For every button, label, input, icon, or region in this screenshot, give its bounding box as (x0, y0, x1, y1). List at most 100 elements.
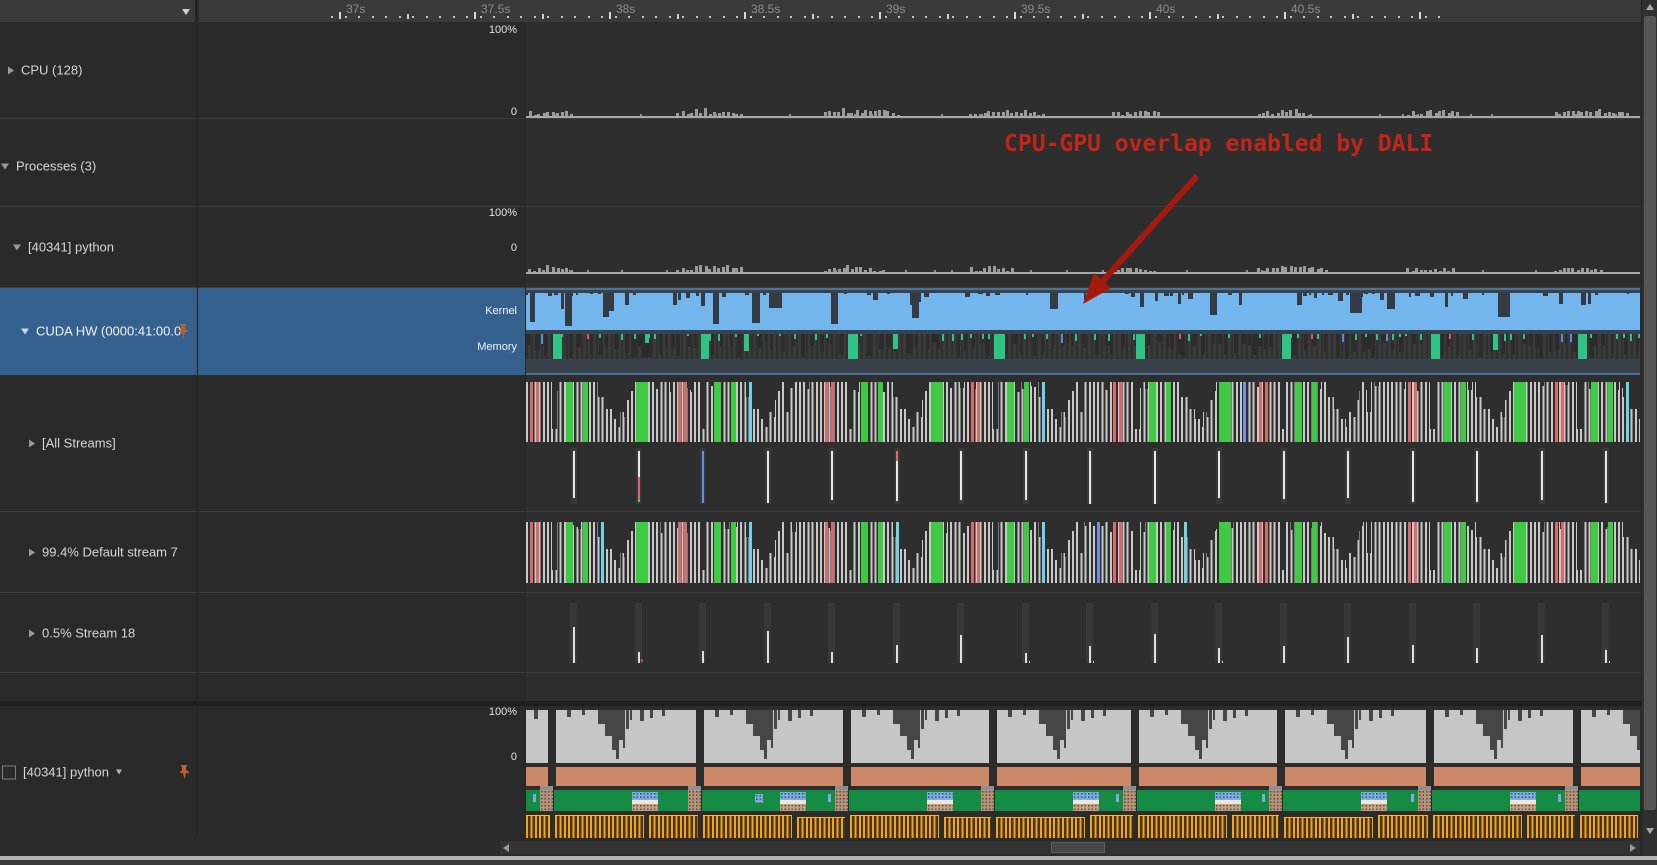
pattern-bar (1290, 270, 1292, 272)
pattern-bar (735, 114, 738, 116)
all-streams-sparse[interactable] (526, 442, 1640, 511)
density-dip (1234, 522, 1236, 532)
row-header-cuda-hw[interactable]: CUDA HW (0000:41:00.0 Kernel Memory (0, 288, 526, 375)
ruler-minor-tick (412, 16, 414, 18)
collapse-icon[interactable] (1, 163, 9, 169)
memory-dark (1264, 334, 1269, 349)
memory-band[interactable] (526, 334, 1640, 359)
all-streams-chart[interactable] (526, 375, 1640, 511)
pin-icon[interactable] (177, 324, 190, 343)
density-dip (1402, 382, 1405, 389)
row-header-default-stream[interactable]: 99.4% Default stream 7 (0, 512, 526, 592)
thread-state-segment (1434, 767, 1573, 786)
pattern-bar (1042, 114, 1045, 116)
chevron-down-icon[interactable] (116, 770, 122, 775)
kernel-gap (873, 293, 878, 300)
cuda-hw-chart[interactable] (526, 288, 1640, 375)
ruler-minor-tick (1263, 16, 1265, 18)
density-dip (1481, 522, 1484, 526)
memory-transfer (893, 334, 898, 349)
cpu-usage-dip (1245, 710, 1248, 716)
default-stream-chart[interactable] (526, 512, 1640, 592)
row-label: Processes (3) (16, 159, 96, 174)
kernel-gap (1188, 293, 1193, 299)
sparse-bar (1412, 645, 1414, 663)
kernel-gap (1164, 293, 1169, 296)
cpu-utilization-chart[interactable] (526, 22, 1640, 118)
ruler-minor-tick (844, 16, 846, 18)
memory-dark (1539, 334, 1543, 358)
kernel-green (1591, 382, 1598, 442)
kernel-red (1119, 522, 1122, 583)
kernel-green (1007, 522, 1014, 583)
pattern-bar (740, 114, 743, 116)
horizontal-scrollbar-thumb[interactable] (1051, 842, 1105, 853)
memory-dark (1052, 334, 1055, 345)
vertical-scrollbar-thumb[interactable] (1644, 16, 1656, 810)
default-stream-density[interactable] (526, 522, 1640, 583)
pattern-bar (1153, 271, 1156, 272)
chevron-down-icon[interactable] (182, 9, 190, 15)
scroll-up-icon[interactable] (1646, 4, 1654, 10)
scroll-down-icon[interactable] (1646, 828, 1654, 834)
sparse-bar (1283, 451, 1285, 499)
tree-column-divider[interactable] (197, 22, 198, 838)
scale-column-divider[interactable] (525, 22, 526, 838)
memory-transfer (1094, 334, 1096, 340)
row-header-all-streams[interactable]: [All Streams] (0, 375, 526, 511)
ruler-label: 39s (886, 2, 905, 16)
pattern-bar (1135, 268, 1138, 272)
sparse-dot (1609, 661, 1610, 663)
expand-icon[interactable] (29, 548, 35, 556)
collapse-icon[interactable] (13, 244, 21, 250)
memory-red (1311, 334, 1313, 339)
tree-header-cell[interactable] (0, 0, 197, 22)
python-utilization-chart[interactable] (526, 207, 1640, 287)
pin-icon[interactable] (178, 765, 191, 784)
kernel-gap (1498, 293, 1510, 317)
row-header-python[interactable]: [40341] python 100% 0 (0, 207, 526, 287)
memory-dark (801, 334, 805, 357)
api-call-segment (1527, 815, 1575, 838)
density-dip (1109, 522, 1112, 532)
pattern-bar (528, 269, 531, 272)
ruler-minor-tick (615, 16, 617, 18)
expand-icon[interactable] (8, 66, 14, 74)
all-streams-kernel-density[interactable] (526, 382, 1640, 442)
density-dip (950, 382, 953, 388)
row-checkbox[interactable] (2, 765, 16, 779)
scroll-left-icon[interactable] (503, 844, 509, 852)
kernel-red (1265, 522, 1268, 583)
pattern-bar (557, 268, 560, 272)
collapse-icon[interactable] (21, 328, 29, 334)
vertical-scrollbar[interactable] (1641, 0, 1657, 856)
kernel-band[interactable] (526, 293, 1640, 330)
ruler-minor-tick (939, 16, 941, 18)
horizontal-scrollbar[interactable] (500, 841, 1640, 854)
annotation-text: CPU-GPU overlap enabled by DALI (1004, 131, 1433, 157)
row-header-processes[interactable]: Processes (3) (0, 119, 526, 206)
cpu-usage-dip (1103, 710, 1106, 716)
row-header-stream-18[interactable]: 0.5% Stream 18 (0, 593, 526, 672)
ruler-minor-tick (831, 16, 833, 18)
pattern-bar (1320, 268, 1323, 272)
stream-18-chart[interactable] (526, 593, 1640, 672)
density-dip (1213, 382, 1216, 391)
pattern-bar (1257, 268, 1260, 272)
pattern-bar (1438, 111, 1441, 116)
row-header-pinned-python[interactable]: [40341] python 100% 0 (0, 706, 526, 838)
expand-icon[interactable] (29, 629, 35, 637)
marker-pillar (540, 790, 553, 811)
row-header-cpu[interactable]: CPU (128) 100% 0 (0, 22, 526, 118)
scroll-right-icon[interactable] (1630, 844, 1636, 852)
kernel-red (530, 522, 533, 583)
memory-dark (1013, 334, 1018, 344)
memory-transfer (1405, 334, 1407, 336)
marker-pillar (1123, 790, 1136, 811)
pinned-python-tracks[interactable] (526, 706, 1640, 838)
api-call-segment (703, 815, 792, 838)
memory-transfer (1002, 334, 1004, 341)
ruler-minor-tick (723, 16, 725, 18)
pattern-bar (882, 270, 885, 272)
expand-icon[interactable] (29, 439, 35, 447)
